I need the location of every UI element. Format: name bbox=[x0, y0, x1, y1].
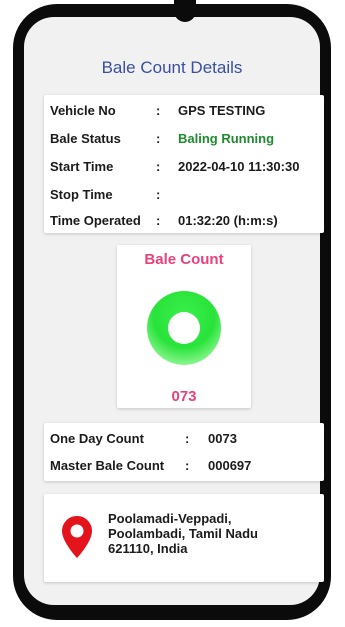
detail-separator: : bbox=[156, 131, 161, 146]
location-pin-icon bbox=[62, 516, 92, 563]
count-label: Master Bale Count bbox=[50, 458, 165, 473]
detail-separator: : bbox=[156, 187, 161, 202]
address-text: Poolamadi-Veppadi, Poolambadi, Tamil Nad… bbox=[108, 511, 308, 556]
detail-separator: : bbox=[156, 103, 161, 118]
detail-value: GPS TESTING bbox=[178, 103, 266, 118]
detail-separator: : bbox=[156, 213, 161, 228]
address-line: 621110, India bbox=[108, 541, 188, 556]
detail-value: 01:32:20 (h:m:s) bbox=[178, 213, 278, 228]
status-value: Baling Running bbox=[178, 131, 275, 146]
counts-card: One Day Count : 0073 Master Bale Count :… bbox=[44, 423, 324, 481]
location-card: Poolamadi-Veppadi, Poolambadi, Tamil Nad… bbox=[44, 494, 324, 582]
count-label: One Day Count bbox=[50, 431, 144, 446]
count-value: 000697 bbox=[208, 458, 252, 473]
page-title: Bale Count Details bbox=[101, 58, 243, 77]
detail-value: 2022-04-10 11:30:30 bbox=[178, 159, 300, 174]
bale-ring-icon bbox=[147, 291, 221, 365]
ring-hole bbox=[168, 312, 200, 344]
bale-count-card: Bale Count 073 bbox=[117, 245, 251, 408]
detail-label: Bale Status bbox=[50, 131, 121, 146]
address-line: Poolamadi-Veppadi, bbox=[108, 511, 232, 526]
detail-separator: : bbox=[156, 159, 161, 174]
count-separator: : bbox=[185, 431, 190, 446]
count-value: 0073 bbox=[208, 431, 237, 446]
bale-count-title: Bale Count bbox=[144, 251, 224, 268]
detail-label: Vehicle No bbox=[50, 103, 116, 118]
count-separator: : bbox=[185, 458, 190, 473]
detail-label: Stop Time bbox=[50, 187, 113, 202]
detail-label: Time Operated bbox=[50, 213, 141, 228]
camera-notch bbox=[174, 0, 196, 22]
detail-label: Start Time bbox=[50, 159, 114, 174]
address-line: Poolambadi, Tamil Nadu bbox=[108, 526, 259, 541]
vehicle-details-card: Vehicle No : GPS TESTING Bale Status : B… bbox=[44, 95, 324, 233]
bale-count-value: 073 bbox=[171, 388, 197, 405]
